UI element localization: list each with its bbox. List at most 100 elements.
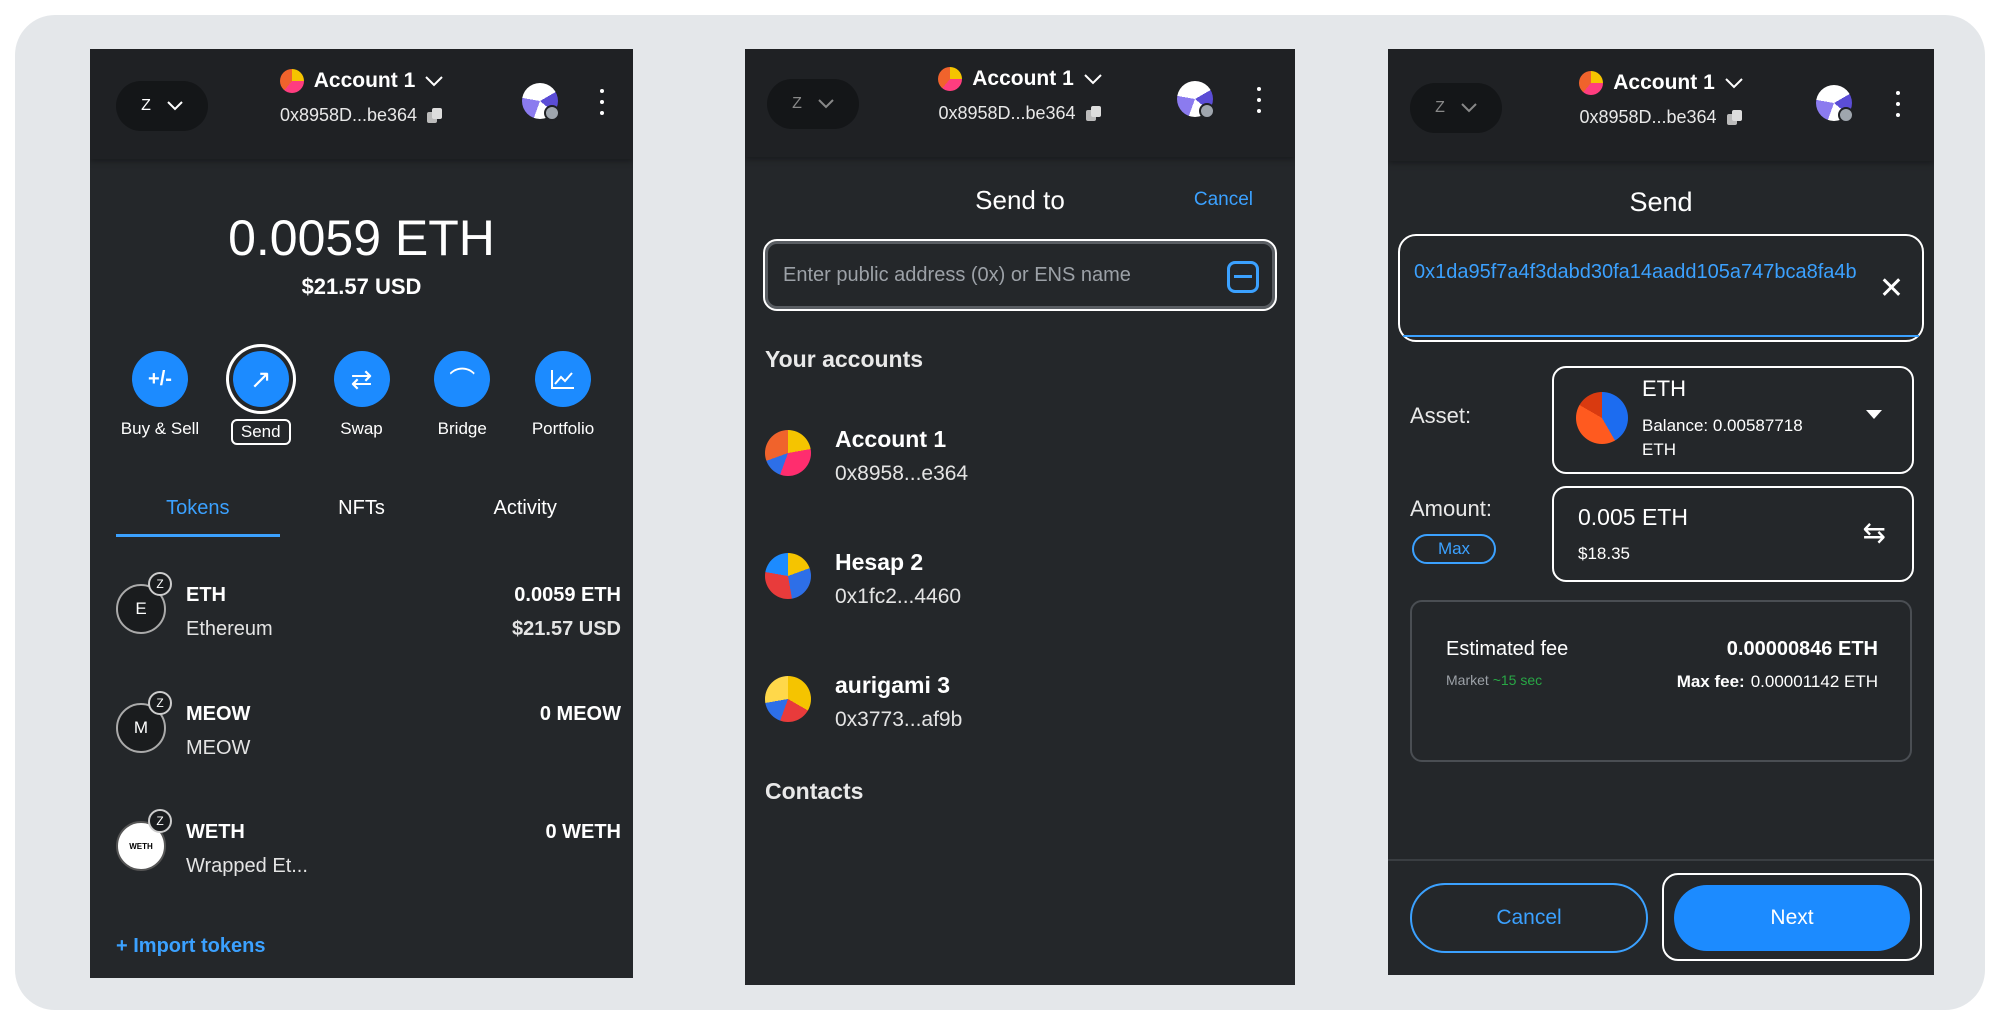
- account-avatar-icon: [765, 676, 811, 722]
- token-amount: 0 MEOW: [539, 703, 621, 725]
- account-name: aurigami 3: [835, 672, 951, 698]
- token-row[interactable]: WETH Z WETH Wrapped Et... 0 WETH: [116, 809, 621, 879]
- account-list-item[interactable]: Hesap 2 0x1fc2...4460: [765, 539, 1275, 619]
- more-menu-icon[interactable]: [1256, 87, 1262, 113]
- network-badge-icon: Z: [148, 572, 172, 596]
- next-button[interactable]: Next: [1674, 885, 1910, 951]
- copy-icon[interactable]: [1085, 105, 1102, 122]
- fee-time: ~15 sec: [1492, 672, 1543, 688]
- cancel-link[interactable]: Cancel: [1194, 189, 1253, 211]
- swap-currency-icon[interactable]: ⇆: [1863, 516, 1886, 549]
- account-name: Account 1: [972, 67, 1074, 90]
- account-list-item[interactable]: aurigami 3 0x3773...af9b: [765, 662, 1275, 742]
- wallet-header: Z Account 1 0x8958D...be364: [90, 49, 633, 159]
- account-name: Account 1: [313, 69, 416, 92]
- send-arrow-icon: ↗: [232, 351, 289, 407]
- tab-activity[interactable]: Activity: [443, 497, 607, 537]
- chevron-down-icon: [1084, 73, 1102, 84]
- amount-label: Amount:: [1410, 496, 1492, 521]
- max-fee: Max fee: 0.00001142 ETH: [1677, 672, 1878, 692]
- token-name: MEOW: [186, 737, 251, 759]
- account-avatar-icon: [938, 67, 963, 91]
- copy-icon[interactable]: [1726, 109, 1743, 126]
- asset-selector[interactable]: ETH Balance: 0.00587718 ETH: [1552, 366, 1914, 474]
- send-to-panel: Z Account 1 0x8958D...be364 Send to Canc…: [745, 49, 1295, 985]
- recipient-address: 0x1da95f7a4f3dabd30fa14aadd105a747bca8fa…: [1414, 261, 1857, 283]
- your-accounts-heading: Your accounts: [765, 346, 924, 372]
- token-name: Ethereum: [186, 618, 273, 640]
- close-icon[interactable]: ✕: [1879, 274, 1904, 304]
- account-address: 0x8958...e364: [835, 462, 969, 485]
- account-name: Account 1: [835, 426, 947, 452]
- bridge-button[interactable]: ⌒ Bridge: [416, 351, 508, 445]
- buy-sell-icon: +/-: [132, 351, 188, 407]
- send-to-header: Z Account 1 0x8958D...be364: [745, 49, 1295, 157]
- account-address: 0x8958D...be364: [938, 103, 1076, 123]
- copy-icon[interactable]: [427, 107, 443, 124]
- buy-sell-label: Buy & Sell: [120, 419, 200, 438]
- network-badge-icon: Z: [148, 809, 172, 833]
- caret-down-icon: [1866, 410, 1882, 419]
- account-address: 0x8958D...be364: [1579, 107, 1717, 127]
- estimated-fee-label: Estimated fee: [1446, 638, 1569, 660]
- next-button-highlight: Next: [1662, 873, 1922, 961]
- token-row[interactable]: M Z MEOW MEOW 0 MEOW: [116, 691, 621, 761]
- footer-divider: [1388, 859, 1934, 861]
- tab-nfts[interactable]: NFTs: [280, 497, 444, 537]
- fiat-balance: $21.57 USD: [301, 274, 422, 299]
- import-tokens-link[interactable]: + Import tokens: [116, 935, 265, 958]
- connected-site-icon[interactable]: [1177, 81, 1215, 119]
- more-menu-icon[interactable]: [1895, 91, 1901, 117]
- contacts-heading: Contacts: [765, 778, 864, 804]
- amount-input[interactable]: 0.005 ETH $18.35 ⇆: [1552, 486, 1914, 582]
- token-amount: 0.0059 ETH: [514, 584, 621, 606]
- send-title: Send: [1629, 187, 1693, 217]
- amount-fiat: $18.35: [1578, 544, 1630, 563]
- tab-tokens[interactable]: Tokens: [116, 497, 280, 537]
- swap-icon: ⇄: [333, 351, 390, 407]
- action-bar: +/- Buy & Sell ↗ Send ⇄ Swap ⌒ Bridge Po…: [114, 351, 609, 445]
- estimated-fee-card: Estimated fee Market ~15 sec 0.00000846 …: [1410, 600, 1912, 762]
- portfolio-button[interactable]: Portfolio: [517, 351, 609, 445]
- recipient-search-input[interactable]: Enter public address (0x) or ENS name: [763, 239, 1277, 311]
- more-menu-icon[interactable]: [599, 89, 605, 115]
- eth-token-icon: [1576, 392, 1628, 444]
- account-avatar-icon: [765, 553, 811, 599]
- chart-icon: [535, 351, 591, 407]
- fee-speed: Market ~15 sec: [1446, 672, 1542, 688]
- max-button[interactable]: Max: [1412, 534, 1496, 564]
- token-row[interactable]: E Z ETH Ethereum 0.0059 ETH $21.57 USD: [116, 572, 621, 642]
- swap-label: Swap: [340, 419, 383, 438]
- chevron-down-icon: [1725, 77, 1743, 88]
- buy-sell-button[interactable]: +/- Buy & Sell: [114, 351, 206, 445]
- account-name: Hesap 2: [835, 549, 924, 575]
- token-symbol: ETH: [186, 584, 226, 606]
- asset-label: Asset:: [1410, 403, 1472, 428]
- token-fiat: $21.57 USD: [512, 618, 621, 640]
- fee-market-label: Market: [1446, 672, 1489, 688]
- chevron-down-icon: [425, 75, 443, 86]
- account-list-item[interactable]: Account 1 0x8958...e364: [765, 416, 1275, 496]
- token-name: Wrapped Et...: [186, 855, 308, 877]
- account-address: 0x3773...af9b: [835, 708, 963, 731]
- asset-tabs: Tokens NFTs Activity: [116, 497, 607, 537]
- recipient-address-field[interactable]: 0x1da95f7a4f3dabd30fa14aadd105a747bca8fa…: [1398, 234, 1924, 342]
- token-symbol: MEOW: [186, 703, 251, 725]
- send-button[interactable]: ↗ Send: [215, 351, 307, 445]
- qr-scan-icon[interactable]: [1227, 261, 1259, 293]
- token-symbol: WETH: [186, 821, 245, 843]
- amount-value: 0.005 ETH: [1578, 504, 1688, 530]
- account-name: Account 1: [1613, 71, 1715, 94]
- account-address: 0x8958D...be364: [279, 105, 418, 125]
- token-amount: 0 WETH: [545, 821, 621, 843]
- connected-site-icon[interactable]: [1816, 85, 1854, 123]
- asset-symbol: ETH: [1642, 376, 1686, 401]
- account-address: 0x1fc2...4460: [835, 585, 962, 608]
- cancel-button[interactable]: Cancel: [1410, 883, 1648, 953]
- account-avatar-icon: [279, 69, 304, 93]
- swap-button[interactable]: ⇄ Swap: [316, 351, 408, 445]
- asset-balance: Balance: 0.00587718 ETH: [1642, 416, 1803, 459]
- max-fee-label: Max fee:: [1676, 672, 1745, 691]
- account-avatar-icon: [1579, 71, 1604, 95]
- connected-site-icon[interactable]: [522, 83, 560, 121]
